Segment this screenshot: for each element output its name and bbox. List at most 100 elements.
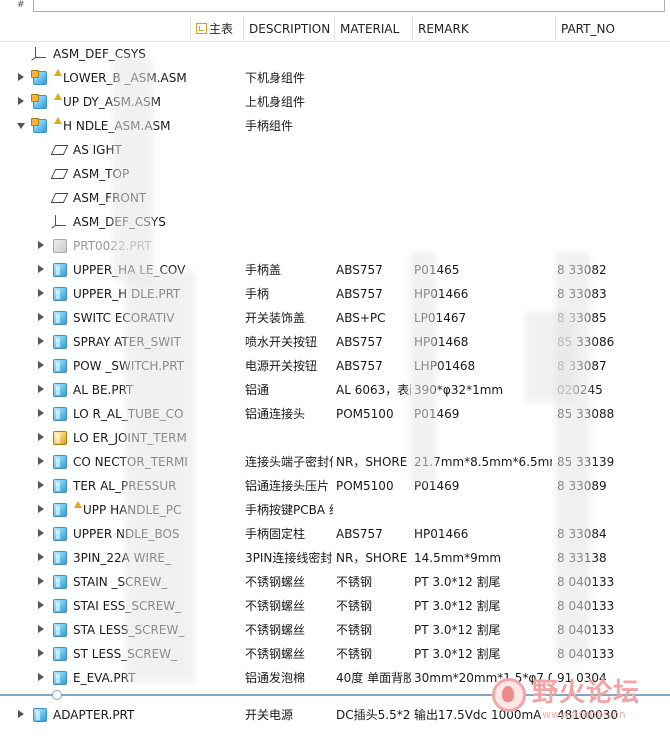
description-cell: 铝通连接头 — [245, 407, 306, 421]
expand-chevron-icon[interactable] — [38, 289, 44, 297]
material-cell — [336, 186, 411, 210]
filter-marker: # — [17, 0, 25, 10]
warning-icon — [54, 93, 62, 100]
material-cell — [336, 66, 411, 90]
part-icon — [53, 287, 67, 301]
table-row[interactable]: UP DY_ASM.ASM 上机身组件 — [0, 90, 670, 114]
description-cell: 不锈钢螺丝 — [245, 575, 306, 589]
table-row[interactable]: ASM_TOP — [0, 162, 670, 186]
description-cell: 喷水开关按钮 — [245, 335, 318, 349]
search-input[interactable] — [33, 0, 665, 12]
expand-chevron-icon[interactable] — [18, 73, 24, 81]
remark-cell — [414, 186, 552, 210]
expand-chevron-icon[interactable] — [38, 601, 44, 609]
expand-chevron-icon[interactable] — [38, 529, 44, 537]
table-row[interactable]: E_EVA.PRT 铝通发泡棉 40度 单面背胶 30mm*20mm*1.5*φ7.0… — [0, 666, 670, 690]
expand-chevron-icon[interactable] — [18, 97, 24, 105]
expand-chevron-icon[interactable] — [38, 625, 44, 633]
splitter[interactable] — [0, 690, 670, 700]
warning-icon — [54, 69, 62, 76]
description-cell: 连接头端子密封件 — [245, 455, 333, 469]
material-cell: NR，SHORE — [336, 455, 408, 469]
remark-cell: HP01466 — [414, 527, 469, 541]
description-cell: 不锈钢螺丝 — [245, 647, 306, 661]
material-cell: ABS757 — [336, 527, 383, 541]
expand-chevron-icon[interactable] — [38, 673, 44, 681]
splitter-handle[interactable] — [52, 690, 62, 700]
part-gray-icon — [53, 239, 67, 253]
expand-chevron-icon[interactable] — [38, 409, 44, 417]
csys-icon — [31, 47, 46, 61]
column-header-material[interactable]: MATERIAL — [334, 16, 411, 42]
expand-chevron-icon[interactable] — [38, 265, 44, 273]
column-header-tree[interactable]: 主表 — [190, 16, 242, 42]
column-label-description: DESCRIPTION — [249, 22, 331, 36]
expand-chevron-icon[interactable] — [38, 481, 44, 489]
part-no-cell — [557, 114, 670, 138]
assembly-icon — [31, 70, 47, 85]
plane-icon — [50, 169, 69, 179]
expand-chevron-icon[interactable] — [38, 649, 44, 657]
description-cell: 手柄 — [245, 287, 270, 301]
expand-chevron-icon[interactable] — [38, 385, 44, 393]
part-no-cell: 48100030 — [557, 708, 619, 722]
part-icon — [53, 623, 67, 637]
remark-cell — [414, 42, 552, 66]
expand-chevron-icon[interactable] — [38, 457, 44, 465]
table-row[interactable]: H NDLE_ASM.ASM手柄组件 — [0, 114, 670, 138]
table-row[interactable]: ASM_DEF_CSYS — [0, 42, 670, 66]
part-no-cell — [557, 186, 670, 210]
description-cell — [245, 138, 333, 162]
material-cell — [336, 114, 411, 138]
column-header-part-no[interactable]: PART_NO — [555, 16, 670, 42]
expand-chevron-icon[interactable] — [38, 361, 44, 369]
remark-cell — [414, 210, 552, 234]
assembly-icon — [31, 118, 47, 133]
column-header-remark[interactable]: REMARK — [412, 16, 554, 42]
column-label-remark: REMARK — [418, 22, 469, 36]
plane-icon — [50, 145, 69, 155]
remark-cell: PT 3.0*12 割尾 — [414, 599, 501, 613]
expand-chevron-icon[interactable] — [38, 577, 44, 585]
table-row[interactable]: ASM_DEF_CSYS — [0, 210, 670, 234]
expand-chevron-icon[interactable] — [38, 337, 44, 345]
material-cell: DC插头5.5*2. — [336, 708, 411, 722]
expand-chevron-icon[interactable] — [38, 433, 44, 441]
material-cell: ABS757 — [336, 287, 383, 301]
expand-chevron-icon[interactable] — [38, 505, 44, 513]
part-icon — [53, 359, 67, 373]
part-no-cell — [557, 42, 670, 66]
material-cell: ABS+PC — [336, 311, 386, 325]
expand-chevron-icon[interactable] — [38, 241, 44, 249]
material-cell: ABS757 — [336, 335, 383, 349]
material-cell — [336, 42, 411, 66]
part-no-cell — [557, 66, 670, 90]
material-cell — [336, 90, 411, 114]
redaction-blur — [410, 252, 436, 482]
part-icon — [53, 455, 67, 469]
remark-cell: PT 3.0*12 割尾 — [414, 575, 501, 589]
column-header-description[interactable]: DESCRIPTION — [243, 16, 333, 42]
expand-chevron-icon[interactable] — [38, 553, 44, 561]
expand-chevron-icon[interactable] — [38, 313, 44, 321]
material-cell: AL 6063，表面 — [336, 383, 411, 397]
material-cell: 不锈钢 — [336, 623, 373, 637]
table-row[interactable]: LOWER_B _ASM.ASM 下机身组件 — [0, 66, 670, 90]
plane-icon — [50, 193, 69, 203]
description-cell: 电源开关按钮 — [245, 359, 318, 373]
part-icon — [53, 263, 67, 277]
expand-chevron-icon[interactable] — [18, 710, 24, 718]
part-no-cell — [557, 90, 670, 114]
material-cell — [336, 138, 411, 162]
description-cell: 手柄盖 — [245, 263, 282, 277]
column-label-part-no: PART_NO — [561, 22, 615, 36]
table-row[interactable]: AS IGHT — [0, 138, 670, 162]
collapse-chevron-icon[interactable] — [17, 123, 25, 129]
table-row[interactable]: ASM_FRONT — [0, 186, 670, 210]
part-no-cell: 91 0304 — [557, 671, 607, 685]
table-row-adapter[interactable]: ADAPTER.PRT 开关电源 DC插头5.5*2. 输出17.5Vdc 1000m… — [0, 703, 670, 727]
material-cell: POM5100 — [336, 407, 394, 421]
remark-cell — [414, 66, 552, 90]
redaction-blur — [525, 312, 575, 402]
material-cell: 40度 单面背胶 — [336, 671, 411, 685]
